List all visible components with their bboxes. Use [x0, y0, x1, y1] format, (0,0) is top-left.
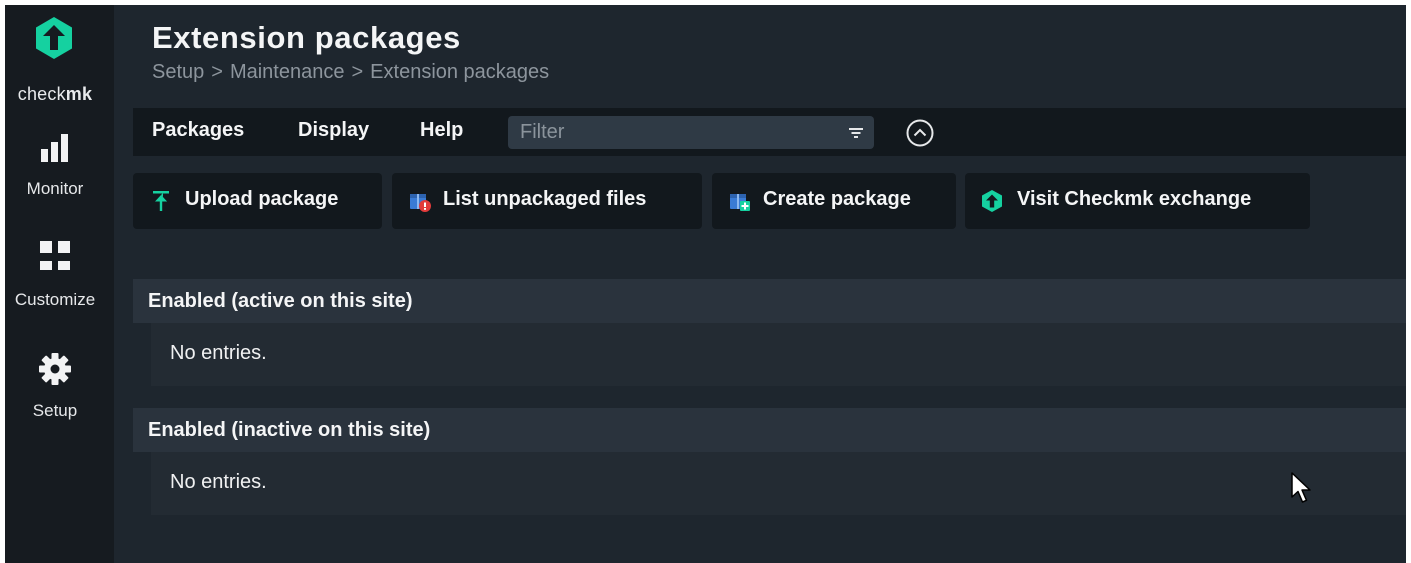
breadcrumb-separator: >: [351, 61, 364, 83]
list-unpackaged-files-button[interactable]: List unpackaged files: [392, 173, 702, 229]
section-title: Enabled (active on this site): [148, 290, 413, 312]
package-add-icon: [730, 194, 750, 211]
chevron-up-circle-icon[interactable]: [905, 118, 935, 148]
sidebar-item-label: Monitor: [26, 179, 84, 198]
gear-icon: [39, 353, 71, 385]
sidebar: checkmk Monitor Customize Setup: [5, 5, 114, 563]
page-menu-bar: Packages Display Help: [133, 108, 1406, 156]
button-label: List unpackaged files: [443, 188, 647, 210]
breadcrumb-item-setup[interactable]: Setup: [152, 61, 204, 83]
breadcrumb: Setup > Maintenance > Extension packages: [152, 61, 549, 84]
package-warning-icon: [410, 194, 431, 212]
upload-arrow-icon: [153, 191, 169, 211]
checkmk-logo[interactable]: checkmk: [5, 11, 114, 107]
sidebar-item-setup[interactable]: Setup: [5, 342, 105, 438]
menu-display[interactable]: Display: [298, 119, 369, 142]
upload-package-button[interactable]: Upload package: [133, 173, 382, 229]
section-header-enabled-active[interactable]: Enabled (active on this site): [133, 279, 1406, 323]
grid-icon: [40, 241, 70, 270]
filter-input[interactable]: [508, 116, 828, 149]
sidebar-item-monitor[interactable]: Monitor: [5, 120, 105, 216]
breadcrumb-item-extension-packages[interactable]: Extension packages: [370, 61, 549, 83]
mouse-cursor-icon: [1291, 472, 1311, 503]
section-header-enabled-inactive[interactable]: Enabled (inactive on this site): [133, 408, 1406, 452]
sidebar-item-label: Customize: [14, 290, 96, 309]
checkmk-logo-icon: [36, 17, 72, 59]
sidebar-item-customize[interactable]: Customize: [5, 231, 105, 327]
menu-help[interactable]: Help: [420, 119, 463, 142]
button-label: Upload package: [185, 188, 339, 210]
visit-checkmk-exchange-button[interactable]: Visit Checkmk exchange: [965, 173, 1310, 229]
empty-message: No entries.: [170, 342, 267, 364]
empty-message: No entries.: [170, 471, 267, 493]
app-window: checkmk Monitor Customize Setup Extensio…: [5, 5, 1406, 563]
button-label: Create package: [763, 188, 911, 210]
filter-box: [508, 116, 874, 149]
breadcrumb-item-maintenance[interactable]: Maintenance: [230, 61, 345, 83]
section-body-enabled-active: No entries.: [151, 323, 1406, 386]
bar-chart-icon: [41, 134, 68, 162]
breadcrumb-separator: >: [211, 61, 223, 83]
sidebar-item-label: Setup: [32, 401, 78, 420]
checkmk-exchange-icon: [982, 190, 1002, 212]
section-body-enabled-inactive: No entries.: [151, 452, 1406, 515]
logo-wordmark: checkmk: [17, 84, 93, 104]
create-package-button[interactable]: Create package: [712, 173, 956, 229]
page-title: Extension packages: [152, 20, 461, 55]
section-title: Enabled (inactive on this site): [148, 419, 431, 441]
button-label: Visit Checkmk exchange: [1017, 188, 1252, 210]
filter-lines-icon[interactable]: [848, 125, 864, 141]
menu-packages[interactable]: Packages: [152, 119, 244, 142]
